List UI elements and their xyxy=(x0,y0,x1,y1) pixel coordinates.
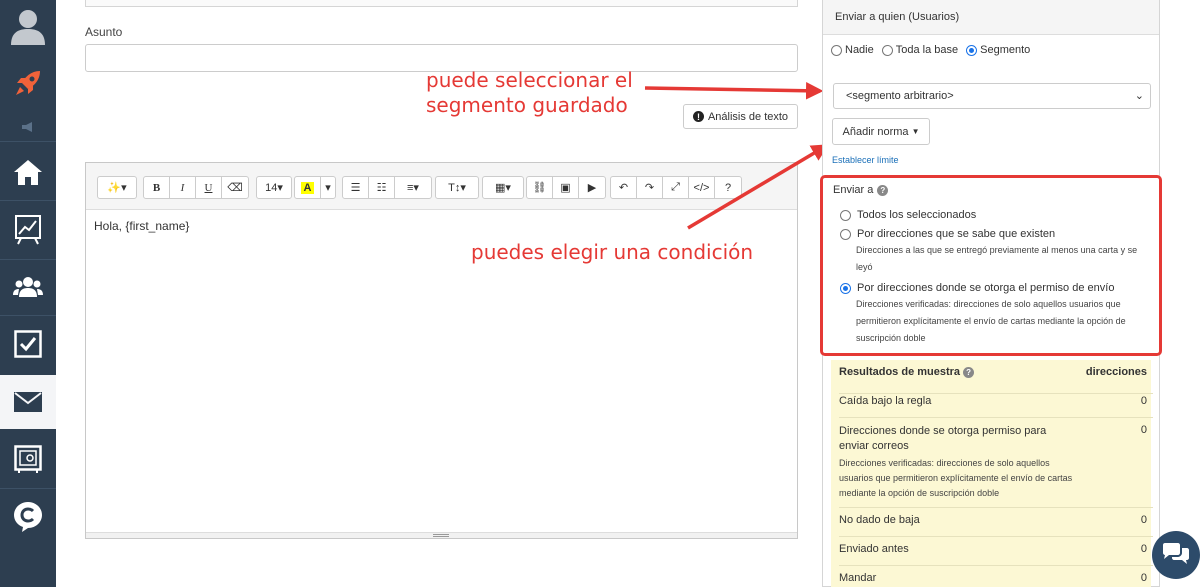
results-header: Resultados de muestra ? direcciones xyxy=(839,366,1153,394)
add-rule-button[interactable]: Añadir norma ▼ xyxy=(832,118,930,145)
send-option-permission[interactable]: Por direcciones donde se otorga el permi… xyxy=(840,282,1114,294)
send-option-existing[interactable]: Por direcciones que se sabe que existen xyxy=(840,228,1055,240)
table-row: Mandar 0 xyxy=(839,572,1147,584)
radio-checked-icon xyxy=(966,44,978,56)
set-limit-link[interactable]: Establecer límite xyxy=(832,155,899,165)
help-icon[interactable]: ? xyxy=(877,184,889,196)
chat-bubbles-icon xyxy=(1163,543,1189,564)
radio-circle-icon xyxy=(881,44,893,56)
recipient-radio-group: Nadie Toda la base Segmento xyxy=(831,44,1030,56)
send-option-all-label: Todos los seleccionados xyxy=(857,209,977,221)
send-option-permission-desc: Direcciones verificadas: direcciones de … xyxy=(856,299,1126,343)
table-row: Direcciones donde se otorga permiso para… xyxy=(839,424,1153,508)
results-table: Resultados de muestra ? direcciones Caíd… xyxy=(831,360,1153,587)
segment-select-value: <segmento arbitrario> xyxy=(846,90,954,102)
radio-circle-icon xyxy=(840,209,851,221)
chevron-down-icon: ⌄ xyxy=(1134,90,1144,102)
table-row: Enviado antes 0 xyxy=(839,543,1153,566)
recipients-panel: Enviar a quien (Usuarios) Nadie Toda la … xyxy=(820,0,1162,587)
radio-checked-icon xyxy=(840,282,851,294)
send-option-permission-label: Por direcciones donde se otorga el permi… xyxy=(857,282,1115,294)
send-option-existing-desc: Direcciones a las que se entregó previam… xyxy=(856,245,1138,272)
results-column-header: direcciones xyxy=(1085,366,1147,378)
radio-circle-icon xyxy=(840,228,851,240)
radio-circle-icon xyxy=(831,44,842,56)
send-to-title: Enviar a ? xyxy=(833,184,889,196)
help-icon[interactable]: ? xyxy=(963,366,975,378)
radio-none[interactable]: Nadie xyxy=(831,44,874,56)
arrow-to-add-rule xyxy=(687,144,830,230)
table-row: No dado de baja 0 xyxy=(839,514,1153,537)
send-option-existing-label: Por direcciones que se sabe que existen xyxy=(857,228,1056,240)
radio-all[interactable]: Toda la base xyxy=(881,44,958,56)
panel-header: Enviar a quien (Usuarios) xyxy=(823,0,1159,35)
chat-button[interactable] xyxy=(1152,531,1200,579)
add-rule-label: Añadir norma xyxy=(842,125,909,138)
results-title: Resultados de muestra xyxy=(839,366,961,378)
radio-segment[interactable]: Segmento xyxy=(966,44,1030,56)
arrow-to-segment-select xyxy=(644,82,824,100)
caret-down-icon: ▼ xyxy=(911,127,920,136)
segment-select[interactable]: <segmento arbitrario> ⌄ xyxy=(833,83,1151,109)
table-row: Caída bajo la regla 0 xyxy=(839,395,1153,418)
send-option-all[interactable]: Todos los seleccionados xyxy=(840,209,976,221)
